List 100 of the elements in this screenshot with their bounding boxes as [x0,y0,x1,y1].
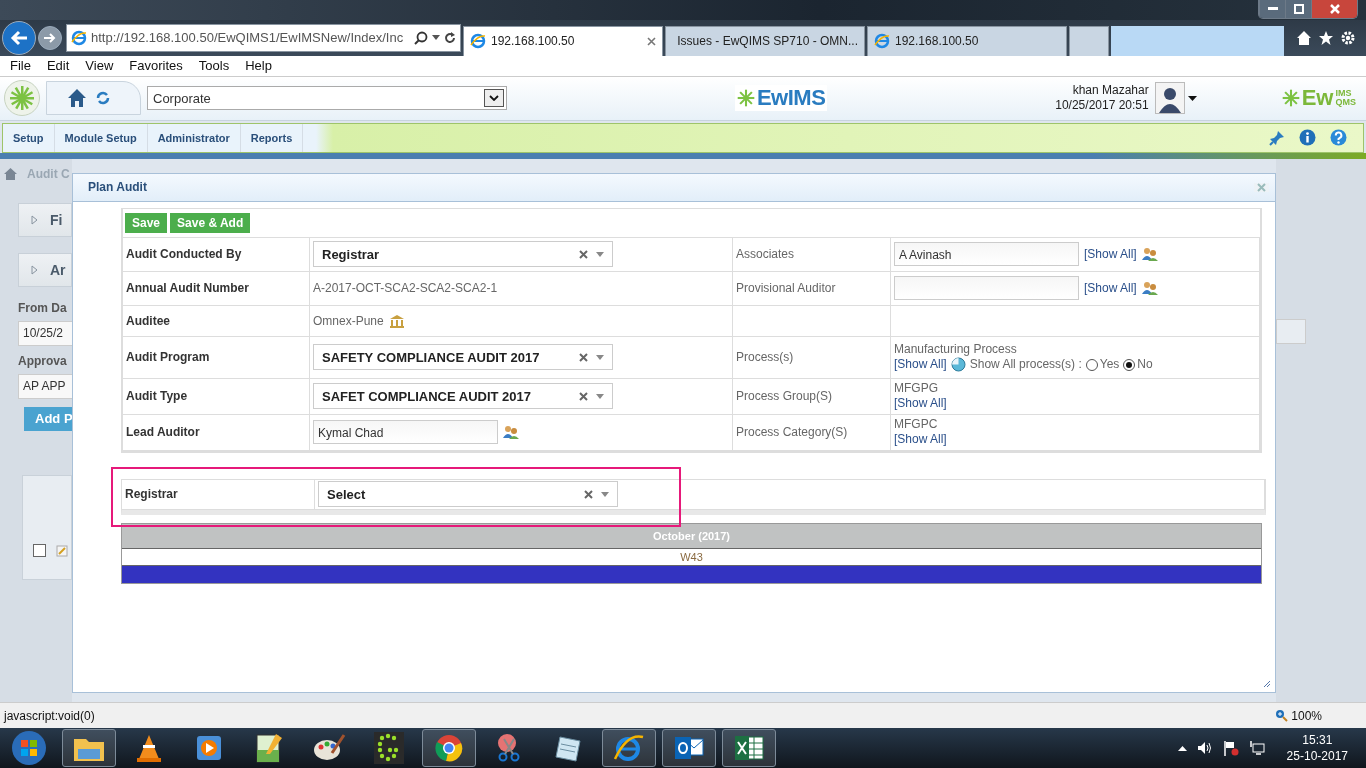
menu-item[interactable]: Help [237,58,280,74]
spreadsheet-icon [733,734,765,762]
zoom-control[interactable]: 100% [1275,708,1322,723]
select-field[interactable]: SAFETY COMPLIANCE AUDIT 2017 [313,344,613,371]
site-select[interactable]: Corporate [147,86,507,111]
caret-icon[interactable] [432,35,440,41]
select-field[interactable]: Registrar [313,241,613,268]
taskbar-app[interactable] [722,729,776,767]
field-label: Annual Audit Number [126,281,249,296]
speaker-icon[interactable] [1196,741,1213,755]
caret-icon[interactable] [1187,95,1197,101]
close-icon[interactable] [647,36,656,46]
refresh-icon[interactable] [444,31,456,44]
clock[interactable]: 15:31 25-10-2017 [1286,732,1348,764]
show-all-link[interactable]: [Show All] [1084,247,1137,262]
notepad-icon [554,733,584,763]
radio-option[interactable]: Yes [1085,357,1120,373]
menu-item[interactable]: Tools [190,58,238,74]
play-icon [194,733,224,763]
minimize-button[interactable] [1259,0,1285,18]
caret-icon[interactable] [1177,745,1187,751]
taskbar-app[interactable] [662,729,716,767]
input-field[interactable] [1276,318,1306,344]
taskbar-app[interactable] [602,729,656,767]
browser-tab[interactable]: 192.168.100.50 [867,25,1067,56]
input-field[interactable]: A Avinash [894,242,1079,267]
show-all-link[interactable]: [Show All] [1084,281,1137,296]
field-label: Approva [18,353,67,368]
nav-item[interactable]: Administrator [147,123,241,152]
field-label: Audit Program [126,350,210,365]
panel-header[interactable]: Ar [18,252,72,287]
close-icon [1329,4,1340,14]
month-label: October (2017) [653,529,730,542]
clear-icon[interactable] [579,352,588,362]
people-icon[interactable] [1141,281,1158,296]
zoom-icon [1275,709,1289,723]
user-avatar[interactable] [1154,82,1185,115]
info-icon[interactable] [1299,129,1316,147]
clear-icon[interactable] [584,489,593,499]
field-value: MFGPC [894,417,939,433]
restore-icon [1293,4,1304,14]
network-icon[interactable] [1248,740,1265,756]
field-label: Auditee [126,313,170,328]
select-field[interactable]: Select [318,481,618,508]
close-icon [1257,182,1266,192]
browser-tab[interactable]: Issues - EwQIMS SP710 - OMN... [665,25,865,56]
clear-icon[interactable] [579,391,588,401]
settings-icon[interactable] [1340,29,1356,46]
field-label: Process Category(S) [736,425,848,440]
field-label: Process(s) [736,350,794,365]
field-label: Registrar [125,487,178,502]
forward-button[interactable] [38,25,62,50]
panel-header[interactable]: Fi [18,202,72,237]
people-icon[interactable] [1141,247,1158,262]
menu-item[interactable]: View [77,58,122,74]
checkbox[interactable] [33,543,46,557]
menu-item[interactable]: Favorites [121,58,191,74]
address-field[interactable]: http://192.168.100.50/EwQIMS1/EwIMSNew/Index/Inc [66,23,461,52]
star-icon[interactable] [1318,29,1334,46]
field-label: Provisional Auditor [736,281,836,296]
pin-icon[interactable] [1269,129,1285,146]
show-all-link[interactable]: [Show All] [894,432,947,448]
field-label: Lead Auditor [126,425,200,440]
clear-icon[interactable] [579,249,588,259]
menu-item[interactable]: Edit [38,58,78,74]
nav-item[interactable]: Module Setup [54,123,148,152]
field-label: Audit Type [126,389,188,404]
maximize-button[interactable] [1285,0,1311,18]
field-label: Audit Conducted By [126,247,242,262]
user-name: khan Mazahar [1072,83,1149,99]
select-field[interactable]: AP APP [18,373,72,399]
field-label: Process Group(S) [736,389,833,404]
taskbar-app[interactable] [422,729,476,767]
resize-handle[interactable] [1263,679,1271,688]
menu-item[interactable]: File [2,58,39,74]
input-field[interactable] [894,276,1079,301]
home-icon[interactable] [67,88,87,109]
home-icon[interactable] [1296,29,1312,46]
week-label: W43 [680,550,703,563]
status-text: javascript:void(0) [4,708,96,723]
search-icon[interactable] [414,30,428,45]
new-tab-button[interactable] [1069,25,1109,56]
show-all-link[interactable]: [Show All] [894,396,947,412]
back-button[interactable] [2,20,36,55]
browser-tab[interactable]: 192.168.100.50 [463,25,663,56]
browser-icon [434,733,464,763]
pie-icon [950,357,966,373]
select-field[interactable]: SAFET COMPLIANCE AUDIT 2017 [313,383,613,410]
people-icon[interactable] [503,425,519,440]
show-all-link[interactable]: [Show All] [894,357,947,373]
date-field[interactable]: 10/25/2 [18,320,72,346]
nav-item[interactable]: Setup [3,123,55,152]
help-icon[interactable] [1330,129,1347,147]
nav-item[interactable]: Reports [240,123,304,152]
taskbar-app[interactable] [62,729,116,767]
flag-icon[interactable] [1222,740,1239,756]
radio-option[interactable]: No [1123,357,1153,373]
close-button[interactable] [1311,0,1357,18]
lead-auditor-field[interactable]: Kymal Chad [313,420,498,445]
globe-icon [71,29,87,46]
